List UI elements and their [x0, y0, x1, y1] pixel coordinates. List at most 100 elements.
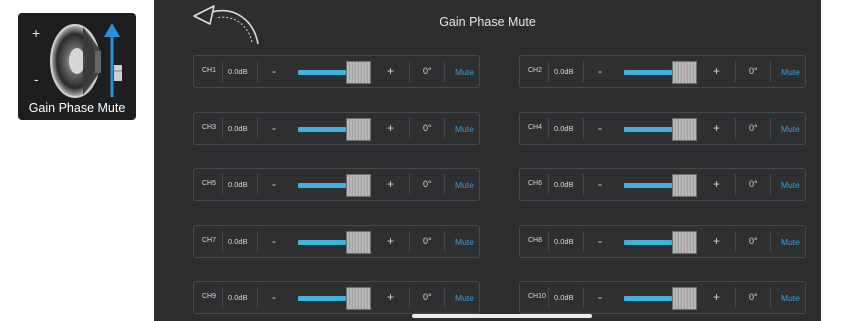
- mute-button[interactable]: Mute: [781, 293, 800, 303]
- gain-decrease-button[interactable]: -: [598, 121, 602, 135]
- home-indicator[interactable]: [412, 314, 592, 318]
- channel-row: CH4 0.0dB - +0° Mute: [519, 112, 806, 145]
- divider: [444, 287, 445, 308]
- phase-button[interactable]: 0°: [749, 236, 758, 246]
- gain-slider-track[interactable]: [624, 296, 672, 301]
- mute-button[interactable]: Mute: [455, 180, 474, 190]
- gain-decrease-button[interactable]: -: [272, 64, 276, 78]
- gain-slider-track[interactable]: [298, 127, 346, 132]
- channel-row: CH6 0.0dB - +0° Mute: [519, 168, 806, 201]
- gain-increase-button[interactable]: +: [387, 177, 394, 191]
- gain-decrease-button[interactable]: -: [272, 290, 276, 304]
- divider: [770, 174, 771, 195]
- gain-value: 0.0dB: [554, 180, 574, 189]
- phase-button[interactable]: 0°: [423, 292, 432, 302]
- gain-slider-track[interactable]: [298, 296, 346, 301]
- gain-slider-track[interactable]: [624, 183, 672, 188]
- gain-increase-button[interactable]: +: [713, 121, 720, 135]
- gain-decrease-button[interactable]: -: [598, 64, 602, 78]
- gain-slider-handle[interactable]: [346, 174, 371, 197]
- divider: [257, 287, 258, 308]
- gain-slider-handle[interactable]: [346, 61, 371, 84]
- phase-button[interactable]: 0°: [423, 236, 432, 246]
- gain-slider-track[interactable]: [298, 240, 346, 245]
- channel-name: CH7: [202, 237, 217, 244]
- gain-increase-button[interactable]: +: [387, 64, 394, 78]
- mute-button[interactable]: Mute: [455, 237, 474, 247]
- mute-button[interactable]: Mute: [781, 67, 800, 77]
- gain-value: 0.0dB: [228, 293, 248, 302]
- gain-increase-button[interactable]: +: [713, 234, 720, 248]
- fader-icon: [104, 23, 122, 97]
- gain-slider-track[interactable]: [298, 183, 346, 188]
- divider: [735, 118, 736, 139]
- mute-button[interactable]: Mute: [781, 180, 800, 190]
- gain-slider-track[interactable]: [624, 127, 672, 132]
- gain-decrease-button[interactable]: -: [598, 234, 602, 248]
- divider: [548, 287, 549, 308]
- phase-button[interactable]: 0°: [423, 66, 432, 76]
- gain-phase-mute-panel: Gain Phase Mute CH1 0.0dB - +0° Mute CH2 0.0dB…: [154, 0, 821, 321]
- channel-name: CH3: [202, 124, 217, 131]
- gain-decrease-button[interactable]: -: [272, 234, 276, 248]
- gain-phase-mute-thumbnail[interactable]: + - Gain Phase Mute: [18, 13, 136, 120]
- gain-slider-handle[interactable]: [346, 231, 371, 254]
- divider: [583, 231, 584, 252]
- divider: [548, 118, 549, 139]
- mute-button[interactable]: Mute: [455, 293, 474, 303]
- gain-value: 0.0dB: [228, 67, 248, 76]
- channel-row: CH3 0.0dB - +0° Mute: [193, 112, 480, 145]
- gain-value: 0.0dB: [228, 180, 248, 189]
- gain-slider-handle[interactable]: [672, 61, 697, 84]
- gain-slider-handle[interactable]: [672, 287, 697, 310]
- mute-button[interactable]: Mute: [781, 124, 800, 134]
- phase-button[interactable]: 0°: [749, 179, 758, 189]
- gain-increase-button[interactable]: +: [387, 121, 394, 135]
- gain-slider-handle[interactable]: [346, 118, 371, 141]
- gain-increase-button[interactable]: +: [713, 177, 720, 191]
- mute-button[interactable]: Mute: [455, 124, 474, 134]
- gain-increase-button[interactable]: +: [713, 290, 720, 304]
- divider: [770, 287, 771, 308]
- gain-slider-track[interactable]: [624, 70, 672, 75]
- gain-increase-button[interactable]: +: [713, 64, 720, 78]
- phase-button[interactable]: 0°: [423, 179, 432, 189]
- gain-slider-handle[interactable]: [672, 231, 697, 254]
- channel-row: CH10 0.0dB - +0° Mute: [519, 281, 806, 314]
- thumb-plus-sign: +: [32, 25, 41, 41]
- mute-button[interactable]: Mute: [781, 237, 800, 247]
- gain-slider-track[interactable]: [624, 240, 672, 245]
- divider: [444, 118, 445, 139]
- gain-value: 0.0dB: [228, 124, 248, 133]
- gain-decrease-button[interactable]: -: [598, 290, 602, 304]
- divider: [409, 174, 410, 195]
- divider: [583, 174, 584, 195]
- mute-button[interactable]: Mute: [455, 67, 474, 77]
- page-title: Gain Phase Mute: [439, 15, 536, 29]
- gain-slider-handle[interactable]: [346, 287, 371, 310]
- gain-decrease-button[interactable]: -: [272, 177, 276, 191]
- gain-slider-handle[interactable]: [672, 174, 697, 197]
- thumb-minus-sign: -: [34, 71, 39, 87]
- channel-row: CH7 0.0dB - +0° Mute: [193, 225, 480, 258]
- divider: [583, 118, 584, 139]
- gain-decrease-button[interactable]: -: [598, 177, 602, 191]
- divider: [409, 287, 410, 308]
- gain-slider-track[interactable]: [298, 70, 346, 75]
- gain-decrease-button[interactable]: -: [272, 121, 276, 135]
- channel-name: CH6: [528, 180, 543, 187]
- phase-button[interactable]: 0°: [749, 123, 758, 133]
- channel-row: CH5 0.0dB - +0° Mute: [193, 168, 480, 201]
- phase-button[interactable]: 0°: [423, 123, 432, 133]
- divider: [548, 231, 549, 252]
- channel-name: CH4: [528, 124, 543, 131]
- divider: [770, 231, 771, 252]
- channel-row: CH8 0.0dB - +0° Mute: [519, 225, 806, 258]
- gain-increase-button[interactable]: +: [387, 290, 394, 304]
- phase-button[interactable]: 0°: [749, 292, 758, 302]
- channel-name: CH9: [202, 293, 217, 300]
- gain-increase-button[interactable]: +: [387, 234, 394, 248]
- divider: [770, 118, 771, 139]
- phase-button[interactable]: 0°: [749, 66, 758, 76]
- gain-slider-handle[interactable]: [672, 118, 697, 141]
